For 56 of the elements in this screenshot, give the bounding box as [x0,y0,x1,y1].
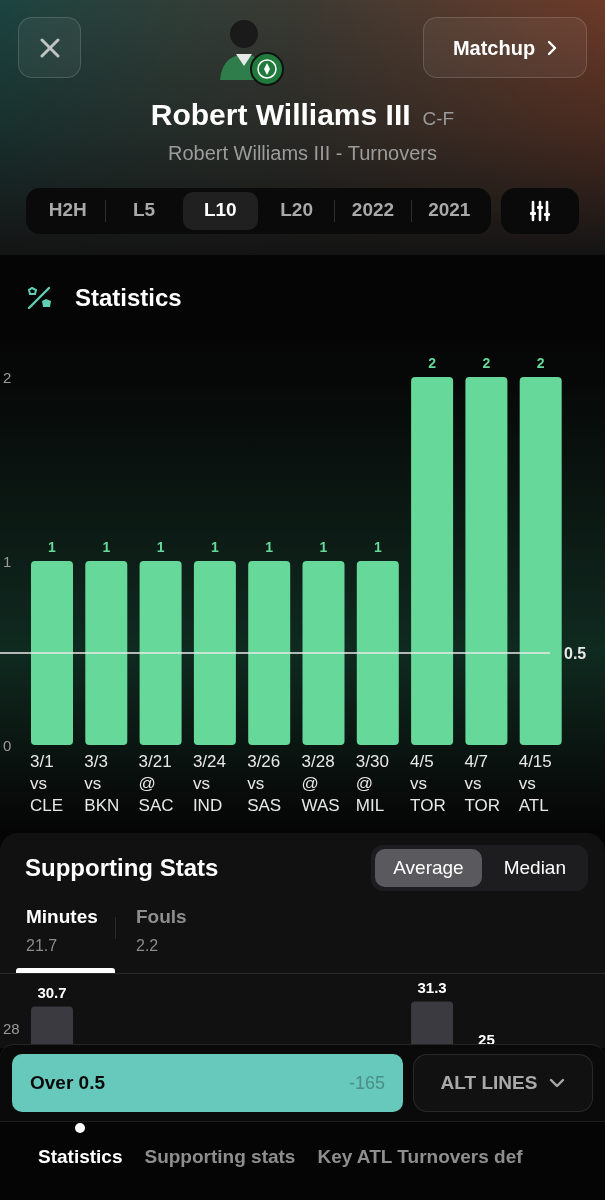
percent-icon [27,285,53,310]
section-title: Statistics [75,282,182,313]
bottom-tab[interactable]: Key ATL Turnovers def [317,1143,523,1172]
category-label: 3/3 vs BKN [84,752,120,815]
axis-tick-label: 1 [3,553,12,570]
chevron-right-icon [547,39,558,56]
bar-value-label: 1 [211,539,219,555]
chevron-down-icon [549,1078,566,1088]
range-tab[interactable]: L10 [182,191,258,230]
category-label: 3/21 @ SAC [138,752,174,815]
over-bet-button[interactable]: Over 0.5 -165 [12,1054,403,1112]
team-badge-icon [250,52,284,86]
range-tab[interactable]: H2H [30,191,106,230]
close-button[interactable] [18,17,81,78]
category-label: 3/28 @ WAS [301,752,340,815]
matchup-button[interactable]: Matchup [423,17,587,78]
sliders-icon [529,199,551,222]
category-label: 4/5 vs TOR [410,752,446,815]
stat-subtitle: Robert Williams III - Turnovers [167,140,438,166]
threshold-label: 0.5 [564,645,587,662]
bar-value-label: 2 [482,355,491,371]
bottom-tab[interactable]: Supporting stats [144,1143,296,1172]
stat-tab[interactable]: Minutes 21.7 [16,901,115,958]
player-name: Robert Williams III [150,97,411,133]
range-tab[interactable]: L20 [259,191,335,230]
bar-value-label: 1 [319,539,328,555]
category-label: 3/24 vs IND [192,752,226,815]
alt-lines-button[interactable]: ALT LINES [413,1054,593,1112]
category-label: 3/1 vs CLE [30,752,64,815]
toggle-option[interactable]: Median [485,849,584,887]
range-tab[interactable]: L5 [106,191,182,230]
bar-value-label: 2 [428,355,436,371]
bar-value-label: 30.7 [37,983,67,1001]
category-label: 3/26 vs SAS [247,752,282,815]
axis-tick-label: 2 [3,369,12,386]
category-label: 3/30 @ MIL [355,752,389,815]
range-tab[interactable]: 2021 [411,191,487,230]
bar-value-label: 1 [48,539,56,555]
toggle-option[interactable]: Average [375,849,482,887]
category-label: 4/7 vs TOR [464,752,500,815]
bar-value-label: 2 [536,355,545,371]
stat-tab[interactable]: Fouls 2.2 [126,901,225,958]
bar-value-label: 1 [373,539,382,555]
bar-value-label: 1 [156,539,165,555]
bottom-tab[interactable]: Statistics [38,1143,123,1172]
bar-value-label: 31.3 [417,978,447,996]
axis-tick-label: 0 [3,737,12,754]
player-position: C-F [422,107,455,131]
category-label: 4/15 vs ATL [518,752,552,815]
bar-value-label: 1 [265,539,274,555]
section-title: Supporting Stats [25,853,219,883]
range-tab[interactable]: 2022 [335,191,411,230]
close-icon [39,37,60,58]
axis-tick-label: 28 [3,1019,20,1037]
filter-button[interactable] [501,187,579,234]
bar-value-label: 1 [102,539,111,555]
